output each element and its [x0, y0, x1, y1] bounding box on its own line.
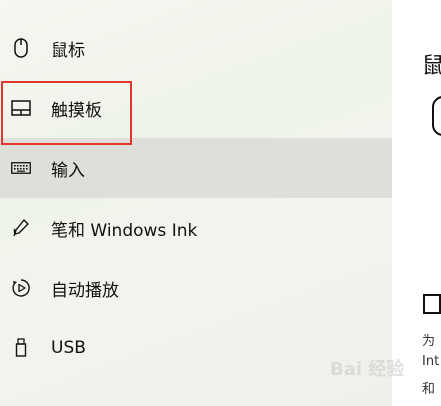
sidebar-item-label: 笔和 Windows Ink [51, 220, 198, 241]
description-line-1: 为 [422, 334, 436, 349]
pen-icon [10, 217, 32, 239]
description-line-3: 和 [422, 382, 436, 397]
option-checkbox[interactable] [423, 294, 441, 314]
sidebar-item-label: 输入 [51, 160, 85, 181]
page-title: 鼠 [422, 54, 441, 79]
settings-sidebar: 鼠标 触摸板 输入 笔和 Windows Ink 自动播放 USB [0, 0, 392, 406]
mouse-illustration-icon [432, 96, 441, 136]
sidebar-item-label: 自动播放 [51, 280, 119, 301]
sidebar-item-autoplay[interactable]: 自动播放 [0, 258, 392, 318]
highlight-annotation-box [1, 81, 132, 145]
sidebar-item-label: 鼠标 [51, 40, 85, 61]
content-pane: 鼠 为 Int 和 [392, 0, 441, 406]
sidebar-item-label: USB [51, 338, 86, 358]
sidebar-item-typing[interactable]: 输入 [0, 138, 392, 198]
description-line-2: Int [422, 354, 440, 369]
mouse-icon [10, 37, 32, 59]
sidebar-item-mouse[interactable]: 鼠标 [0, 18, 392, 78]
usb-icon [10, 337, 32, 359]
watermark: Bai 经验 [330, 359, 405, 380]
keyboard-icon [10, 157, 32, 179]
sidebar-item-pen-ink[interactable]: 笔和 Windows Ink [0, 198, 392, 258]
autoplay-icon [10, 277, 32, 299]
